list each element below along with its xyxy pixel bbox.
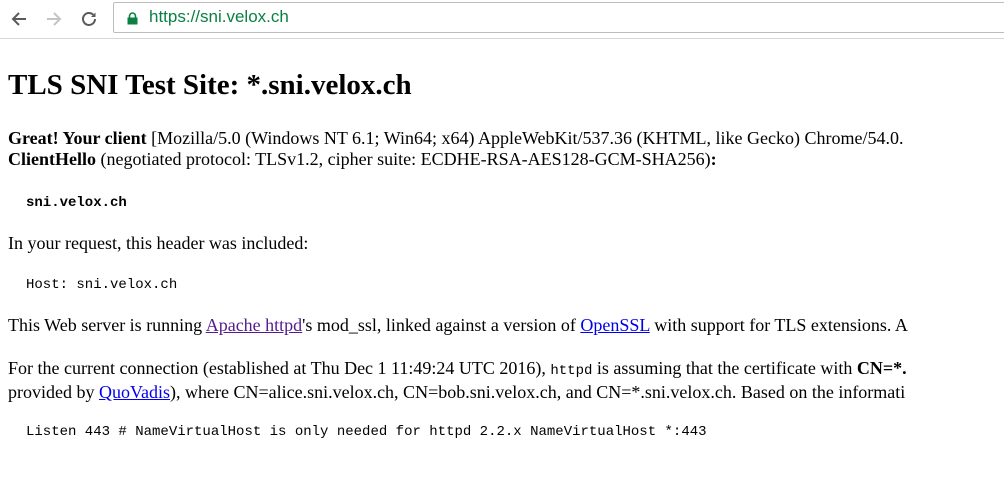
cn-label: CN=*. [856, 358, 907, 378]
server-text-before: This Web server is running [8, 315, 206, 335]
page-content: TLS SNI Test Site: *.sni.velox.ch Great!… [8, 39, 1004, 494]
clienthello-label: ClientHello [8, 149, 96, 169]
reload-button[interactable] [77, 7, 101, 31]
server-text-middle: 's mod_ssl, linked against a version of [302, 315, 581, 335]
connection-text-line2-after: ), where CN=alice.sni.velox.ch, CN=bob.s… [169, 382, 906, 402]
reload-icon [80, 10, 98, 28]
back-arrow-icon [10, 10, 28, 28]
client-info-paragraph: Great! Your client [Mozilla/5.0 (Windows… [8, 128, 903, 170]
connection-text-line1-after: is assuming that the certificate with [592, 358, 857, 378]
openssl-link[interactable]: OpenSSL [580, 315, 649, 335]
server-text-after: with support for TLS extensions. A [649, 315, 908, 335]
great-label: Great! Your client [8, 128, 147, 148]
url-text[interactable]: https://sni.velox.ch [149, 6, 289, 28]
config-line: # NameVirtualHost is only needed for htt… [118, 424, 522, 440]
quovadis-link[interactable]: QuoVadis [99, 382, 170, 402]
connection-text-line2: provided by [8, 382, 99, 402]
server-info-paragraph: This Web server is running Apache httpd'… [8, 315, 908, 336]
host-header: Host: sni.velox.ch [26, 277, 178, 293]
forward-arrow-icon [45, 10, 63, 28]
page-title: TLS SNI Test Site: *.sni.velox.ch [8, 69, 412, 101]
lock-icon [127, 12, 138, 30]
negotiated-text: (negotiated protocol: TLSv1.2, cipher su… [96, 149, 711, 169]
apache-httpd-link[interactable]: Apache httpd [206, 315, 302, 335]
address-bar[interactable]: https://sni.velox.ch [113, 2, 1004, 33]
connection-text-line1: For the current connection (established … [8, 358, 551, 378]
config-line: NameVirtualHost *:443 [530, 424, 707, 440]
config-block: Listen 443 # NameVirtualHost is only nee… [26, 423, 707, 442]
config-line: Listen 443 [26, 424, 111, 440]
forward-button[interactable] [42, 7, 66, 31]
colon-text: : [710, 149, 717, 169]
browser-toolbar: https://sni.velox.ch [0, 0, 1004, 39]
sni-name: sni.velox.ch [26, 195, 127, 211]
user-agent-text: [Mozilla/5.0 (Windows NT 6.1; Win64; x64… [146, 128, 904, 148]
back-button[interactable] [7, 7, 31, 31]
connection-info-paragraph: For the current connection (established … [8, 358, 907, 403]
httpd-code: httpd [550, 363, 593, 379]
request-header-paragraph: In your request, this header was include… [8, 233, 309, 253]
